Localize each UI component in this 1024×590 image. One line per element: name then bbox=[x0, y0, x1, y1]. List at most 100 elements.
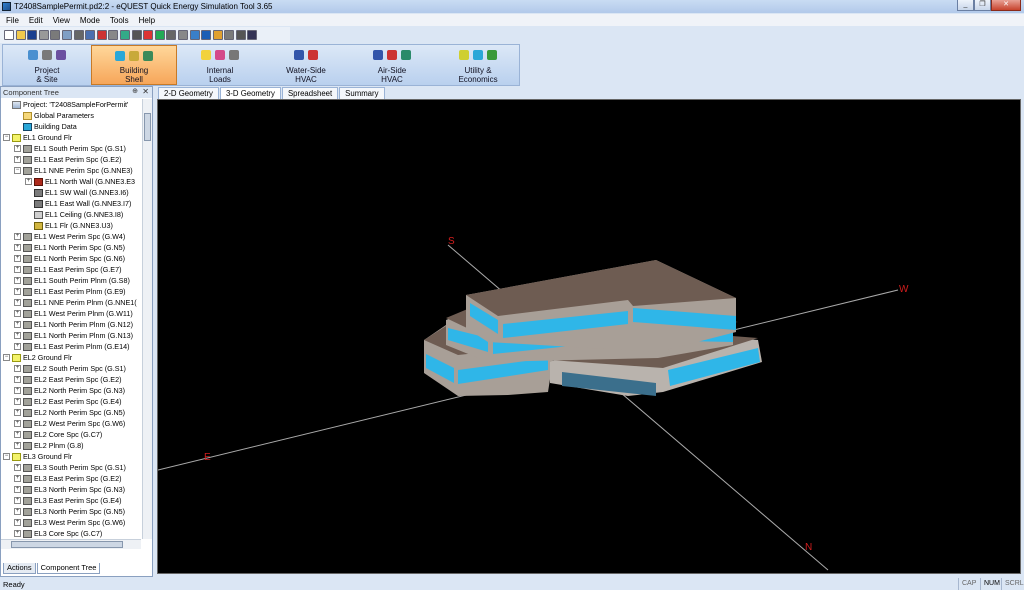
mode-air-side[interactable]: Air-Side HVAC bbox=[349, 45, 435, 85]
mode-water-side[interactable]: Water-Side HVAC bbox=[263, 45, 349, 85]
menu-tools[interactable]: Tools bbox=[110, 16, 129, 25]
tree-node[interactable]: EL1 East Wall (G.NNE3.I7) bbox=[1, 198, 141, 209]
mode-internal[interactable]: Internal Loads bbox=[177, 45, 263, 85]
collapse-icon[interactable]: − bbox=[3, 453, 10, 460]
expand-icon[interactable]: + bbox=[14, 508, 21, 515]
expand-icon[interactable]: + bbox=[14, 497, 21, 504]
toolbar-button-icon[interactable] bbox=[143, 30, 154, 40]
toolbar-button-icon[interactable] bbox=[189, 30, 200, 40]
expand-icon[interactable]: + bbox=[14, 343, 21, 350]
tree-node[interactable]: + EL3 South Perim Spc (G.S1) bbox=[1, 462, 141, 473]
tree-node[interactable]: Building Data bbox=[1, 121, 141, 132]
expand-icon[interactable]: + bbox=[14, 530, 21, 537]
toolbar-button-icon[interactable] bbox=[38, 30, 49, 40]
expand-icon[interactable]: + bbox=[14, 409, 21, 416]
tree-node[interactable]: + EL3 Core Spc (G.C7) bbox=[1, 528, 141, 539]
expand-icon[interactable]: + bbox=[14, 299, 21, 306]
toolbar-button-icon[interactable] bbox=[50, 30, 61, 40]
expand-icon[interactable]: + bbox=[14, 475, 21, 482]
scroll-thumb[interactable] bbox=[144, 113, 151, 141]
expand-icon[interactable]: + bbox=[14, 442, 21, 449]
close-button[interactable]: ✕ bbox=[991, 0, 1021, 11]
close-panel-icon[interactable]: ✕ bbox=[142, 87, 149, 96]
toolbar-button-icon[interactable] bbox=[177, 30, 188, 40]
tree-node[interactable]: + EL1 North Wall (G.NNE3.E3 bbox=[1, 176, 141, 187]
mode-utility[interactable]: Utility & Economics bbox=[435, 45, 521, 85]
toolbar-button-icon[interactable] bbox=[154, 30, 165, 40]
expand-icon[interactable]: + bbox=[14, 431, 21, 438]
toolbar-button-icon[interactable] bbox=[61, 30, 72, 40]
pin-icon[interactable]: ⊕ bbox=[132, 87, 138, 95]
toolbar-button-icon[interactable] bbox=[73, 30, 84, 40]
tree-node[interactable]: + EL1 North Perim Plnm (G.N13) bbox=[1, 330, 141, 341]
tree-node[interactable]: + EL2 West Perim Spc (G.W6) bbox=[1, 418, 141, 429]
tree-node[interactable]: + EL2 East Perim Spc (G.E4) bbox=[1, 396, 141, 407]
tree-vertical-scrollbar[interactable] bbox=[142, 99, 152, 539]
toolbar-button-icon[interactable] bbox=[131, 30, 142, 40]
tree-node[interactable]: − EL1 NNE Perim Spc (G.NNE3) bbox=[1, 165, 141, 176]
tab-3-d-geometry[interactable]: 3-D Geometry bbox=[219, 87, 281, 99]
toolbar-button-icon[interactable] bbox=[119, 30, 130, 40]
panel-tab-component-tree[interactable]: Component Tree bbox=[36, 563, 101, 574]
scroll-thumb[interactable] bbox=[11, 541, 123, 548]
expand-icon[interactable]: + bbox=[14, 332, 21, 339]
tree-node[interactable]: + EL2 North Perim Spc (G.N3) bbox=[1, 385, 141, 396]
expand-icon[interactable]: + bbox=[14, 145, 21, 152]
expand-icon[interactable]: + bbox=[14, 277, 21, 284]
tree-node[interactable]: + EL2 South Perim Spc (G.S1) bbox=[1, 363, 141, 374]
tree-node[interactable]: Project: 'T2408SampleForPermit' bbox=[1, 99, 141, 110]
tree-node[interactable]: + EL3 North Perim Spc (G.N3) bbox=[1, 484, 141, 495]
tab-spreadsheet[interactable]: Spreadsheet bbox=[281, 87, 339, 99]
toolbar-button-icon[interactable] bbox=[85, 30, 96, 40]
collapse-icon[interactable]: − bbox=[14, 167, 21, 174]
expand-icon[interactable]: + bbox=[14, 420, 21, 427]
menu-edit[interactable]: Edit bbox=[29, 16, 43, 25]
tree-node[interactable]: − EL2 Ground Flr bbox=[1, 352, 141, 363]
tree-node[interactable]: + EL1 North Perim Plnm (G.N12) bbox=[1, 319, 141, 330]
tree-node[interactable]: + EL3 North Perim Spc (G.N5) bbox=[1, 506, 141, 517]
tree-node[interactable]: + EL1 East Perim Spc (G.E7) bbox=[1, 264, 141, 275]
expand-icon[interactable]: + bbox=[14, 398, 21, 405]
menu-mode[interactable]: Mode bbox=[80, 16, 100, 25]
tree-node[interactable]: + EL3 East Perim Spc (G.E2) bbox=[1, 473, 141, 484]
toolbar-button-icon[interactable] bbox=[166, 30, 177, 40]
tree-node[interactable]: − EL3 Ground Flr bbox=[1, 451, 141, 462]
restore-button[interactable]: ❐ bbox=[974, 0, 991, 11]
toolbar-button-icon[interactable] bbox=[27, 30, 38, 40]
expand-icon[interactable]: + bbox=[14, 321, 21, 328]
tree-node[interactable]: + EL1 North Perim Spc (G.N6) bbox=[1, 253, 141, 264]
tree-node[interactable]: + EL1 South Perim Plnm (G.S8) bbox=[1, 275, 141, 286]
toolbar-button-icon[interactable] bbox=[224, 30, 235, 40]
expand-icon[interactable]: + bbox=[25, 178, 32, 185]
expand-icon[interactable]: + bbox=[14, 156, 21, 163]
tree-node[interactable]: + EL2 North Perim Spc (G.N5) bbox=[1, 407, 141, 418]
tree-node[interactable]: + EL1 NNE Perim Plnm (G.NNE1( bbox=[1, 297, 141, 308]
tree-node[interactable]: + EL2 East Perim Spc (G.E2) bbox=[1, 374, 141, 385]
expand-icon[interactable]: + bbox=[14, 288, 21, 295]
tree-node[interactable]: + EL1 West Perim Plnm (G.W11) bbox=[1, 308, 141, 319]
toolbar-button-icon[interactable] bbox=[201, 30, 212, 40]
3d-geometry-viewport[interactable]: S W E N bbox=[157, 99, 1021, 574]
tree-node[interactable]: + EL3 West Perim Spc (G.W6) bbox=[1, 517, 141, 528]
expand-icon[interactable]: + bbox=[14, 255, 21, 262]
collapse-icon[interactable]: − bbox=[3, 354, 10, 361]
expand-icon[interactable]: + bbox=[14, 464, 21, 471]
toolbar-button-icon[interactable] bbox=[212, 30, 223, 40]
panel-tab-actions[interactable]: Actions bbox=[3, 563, 36, 574]
expand-icon[interactable]: + bbox=[14, 519, 21, 526]
expand-icon[interactable]: + bbox=[14, 266, 21, 273]
menu-file[interactable]: File bbox=[6, 16, 19, 25]
toolbar-button-icon[interactable] bbox=[4, 30, 14, 40]
expand-icon[interactable]: + bbox=[14, 310, 21, 317]
tab-2-d-geometry[interactable]: 2-D Geometry bbox=[158, 87, 219, 99]
expand-icon[interactable]: + bbox=[14, 387, 21, 394]
tree-node[interactable]: EL1 Flr (G.NNE3.U3) bbox=[1, 220, 141, 231]
tree-node[interactable]: − EL1 Ground Flr bbox=[1, 132, 141, 143]
toolbar-button-icon[interactable] bbox=[15, 30, 26, 40]
tree-node[interactable]: + EL1 East Perim Plnm (G.E14) bbox=[1, 341, 141, 352]
tree-node[interactable]: + EL1 East Perim Plnm (G.E9) bbox=[1, 286, 141, 297]
collapse-icon[interactable]: − bbox=[3, 134, 10, 141]
menu-help[interactable]: Help bbox=[139, 16, 155, 25]
mode-building[interactable]: Building Shell bbox=[91, 45, 177, 85]
tree-node[interactable]: + EL2 Plnm (G.8) bbox=[1, 440, 141, 451]
